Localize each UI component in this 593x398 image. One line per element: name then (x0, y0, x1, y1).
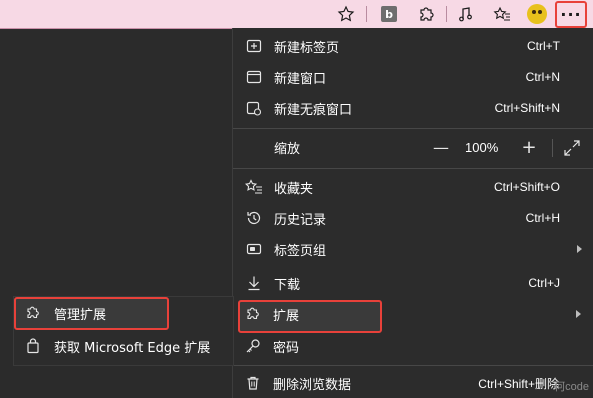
new-tab-icon (245, 37, 263, 55)
menu-item-new-tab[interactable]: 新建标签页 Ctrl+T (233, 30, 593, 62)
extension-b-icon: b (381, 6, 397, 22)
favorites-icon (245, 178, 263, 196)
menu-item-shortcut: Ctrl+N (525, 70, 560, 84)
menu-item-label: 密码 (273, 340, 300, 356)
menu-item-label: 标签页组 (274, 243, 327, 259)
profile-avatar (527, 4, 547, 24)
extensions-icon (244, 305, 262, 323)
browser-toolbar: b ··· (0, 0, 593, 28)
menu-item-tab-groups[interactable]: 标签页组 (233, 233, 593, 265)
toolbar-divider (366, 6, 367, 22)
menu-item-downloads[interactable]: 下载 Ctrl+J (233, 267, 593, 299)
submenu-item-label: 获取 Microsoft Edge 扩展 (54, 340, 211, 356)
menu-item-history[interactable]: 历史记录 Ctrl+H (233, 202, 593, 234)
store-bag-icon (25, 338, 41, 354)
menu-item-label: 历史记录 (274, 212, 327, 228)
menu-item-shortcut: Ctrl+Shift+O (493, 180, 560, 194)
zoom-level: 100% (465, 139, 499, 155)
menu-divider (232, 365, 593, 366)
tab-groups-icon (245, 240, 263, 258)
profile-button[interactable] (525, 2, 549, 26)
menu-item-label: 删除浏览数据 (273, 377, 352, 393)
menu-item-inprivate[interactable]: 新建无痕窗口 Ctrl+Shift+N (233, 92, 593, 124)
menu-item-label: 收藏夹 (274, 181, 314, 197)
inprivate-icon (245, 99, 263, 117)
submenu-item-manage-extensions[interactable]: 管理扩展 (13, 297, 234, 329)
menu-item-new-window[interactable]: 新建窗口 Ctrl+N (233, 61, 593, 93)
menu-item-label: 新建标签页 (274, 40, 340, 56)
favorites-icon[interactable] (490, 2, 514, 26)
chevron-right-icon (577, 245, 582, 253)
more-button[interactable]: ··· (555, 1, 587, 28)
menu-item-label: 新建无痕窗口 (274, 102, 353, 118)
download-icon (245, 274, 263, 292)
menu-item-label: 扩展 (273, 308, 300, 324)
trash-icon (244, 374, 262, 392)
menu-item-passwords[interactable]: 密码 (232, 330, 593, 362)
chevron-right-icon (576, 310, 581, 318)
menu-item-zoom: 缩放 — 100% + (233, 131, 593, 163)
puzzle-icon (25, 305, 41, 321)
menu-item-label: 缩放 (274, 141, 301, 157)
key-icon (244, 337, 262, 355)
more-icon: ··· (560, 5, 582, 24)
menu-item-shortcut: Ctrl+Shift+N (494, 101, 560, 115)
menu-item-favorites[interactable]: 收藏夹 Ctrl+Shift+O (233, 171, 593, 203)
history-icon (245, 209, 263, 227)
watermark-text: 何code (554, 381, 589, 393)
menu-item-shortcut: Ctrl+T (527, 39, 560, 53)
music-icon[interactable] (454, 2, 478, 26)
zoom-divider (552, 139, 553, 157)
toolbar-divider (446, 6, 447, 22)
menu-item-label: 下载 (274, 277, 301, 293)
zoom-in-button[interactable]: + (520, 137, 538, 158)
zoom-out-button[interactable]: — (432, 138, 450, 157)
menu-item-shortcut: Ctrl+Shift+删除 (478, 376, 559, 391)
fullscreen-icon[interactable] (563, 139, 581, 157)
new-window-icon (245, 68, 263, 86)
puzzle-icon[interactable] (414, 2, 438, 26)
menu-item-clear-data[interactable]: 删除浏览数据 Ctrl+Shift+删除 (232, 367, 593, 398)
submenu-item-label: 管理扩展 (54, 307, 107, 323)
menu-item-extensions[interactable]: 扩展 (232, 298, 593, 330)
menu-divider (233, 168, 593, 169)
menu-item-label: 新建窗口 (274, 71, 327, 87)
menu-item-shortcut: Ctrl+H (525, 211, 560, 225)
menu-item-shortcut: Ctrl+J (528, 276, 560, 290)
star-icon[interactable] (334, 2, 358, 26)
submenu-item-get-extensions[interactable]: 获取 Microsoft Edge 扩展 (13, 330, 234, 362)
menu-divider (233, 128, 593, 129)
extension-b-button[interactable]: b (377, 2, 401, 26)
